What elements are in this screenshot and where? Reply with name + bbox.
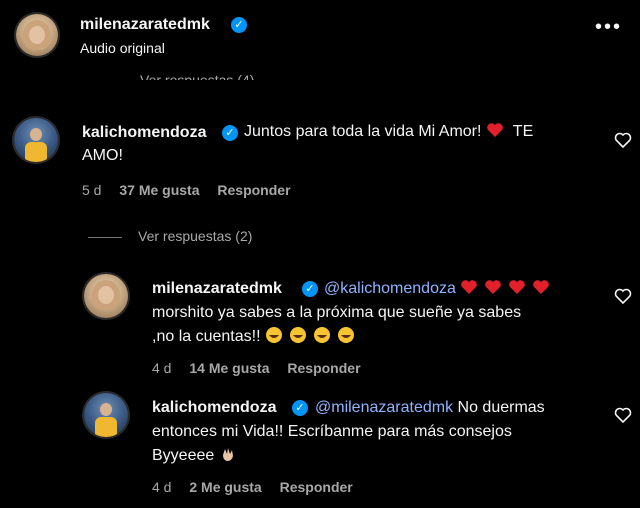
reply-text-line1: @milenazaratedmk No duermas bbox=[315, 396, 545, 420]
reply-time: 4 d bbox=[152, 479, 172, 495]
reply-button[interactable]: Responder bbox=[287, 360, 360, 376]
reply-text-line2: entonces mi Vida!! Escríbanme para más c… bbox=[152, 423, 512, 440]
reply-button[interactable]: Responder bbox=[280, 479, 353, 495]
red-heart-emoji bbox=[460, 280, 550, 297]
audio-subtitle[interactable]: Audio original bbox=[80, 40, 165, 56]
heart-outline-icon[interactable] bbox=[614, 406, 632, 424]
verified-badge-icon: ✓ bbox=[231, 17, 247, 33]
reply-text-line3-label: Byyeeee bbox=[152, 447, 215, 464]
header-username[interactable]: milenazaratedmk bbox=[80, 16, 210, 34]
reply-likes[interactable]: 14 Me gusta bbox=[189, 360, 269, 376]
post-header: milenazaratedmk ✓ Audio original ••• bbox=[0, 0, 640, 70]
verified-badge-icon: ✓ bbox=[302, 281, 318, 297]
mention-link[interactable]: @kalichomendoza bbox=[324, 280, 456, 297]
reply-text-line3: ,no la cuentas!! bbox=[152, 325, 363, 349]
comment-text-line2: AMO! bbox=[82, 147, 123, 164]
reply-text-line3-label: ,no la cuentas!! bbox=[152, 328, 261, 345]
comment-avatar[interactable] bbox=[14, 118, 58, 162]
comment-username[interactable]: kalichomendoza bbox=[82, 124, 206, 142]
reply-text-line3: Byyeeee bbox=[152, 444, 237, 468]
reply-meta: 4 d 14 Me gusta Responder bbox=[152, 360, 375, 376]
comment-time: 5 d bbox=[82, 182, 102, 198]
reply-likes[interactable]: 2 Me gusta bbox=[189, 479, 261, 495]
comment-text: Juntos para toda la vida Mi Amor! TE bbox=[244, 120, 533, 146]
comment-text-main: Juntos para toda la vida Mi Amor! bbox=[244, 123, 482, 140]
divider-line bbox=[88, 236, 122, 238]
comment-meta: 5 d 37 Me gusta Responder bbox=[82, 182, 305, 198]
view-replies-label: Ver respuestas (2) bbox=[138, 228, 253, 244]
reply-time: 4 d bbox=[152, 360, 172, 376]
view-replies-button[interactable]: Ver respuestas (2) bbox=[88, 228, 252, 244]
reply-username[interactable]: kalichomendoza bbox=[152, 399, 276, 417]
comment-likes[interactable]: 37 Me gusta bbox=[119, 182, 199, 198]
reply-text-line1: @kalichomendoza bbox=[324, 277, 550, 301]
reply-text-line2: morshito ya sabes a la próxima que sueñe… bbox=[152, 304, 522, 321]
more-options-icon[interactable]: ••• bbox=[595, 17, 622, 37]
faded-view-replies[interactable]: Ver respuestas (4) bbox=[140, 66, 254, 80]
laughing-emoji bbox=[265, 327, 363, 345]
verified-badge-icon: ✓ bbox=[222, 125, 238, 141]
heart-outline-icon[interactable] bbox=[614, 287, 632, 305]
red-heart-emoji bbox=[486, 122, 504, 146]
waving-hand-emoji bbox=[219, 447, 237, 464]
reply-avatar[interactable] bbox=[84, 274, 128, 318]
header-avatar[interactable] bbox=[16, 14, 58, 56]
reply-username[interactable]: milenazaratedmk bbox=[152, 280, 282, 298]
reply-avatar[interactable] bbox=[84, 393, 128, 437]
reply-text-part: No duermas bbox=[457, 399, 545, 416]
heart-outline-icon[interactable] bbox=[614, 131, 632, 149]
verified-badge-icon: ✓ bbox=[292, 400, 308, 416]
reply-button[interactable]: Responder bbox=[217, 182, 290, 198]
comment-text-tail: TE bbox=[512, 123, 534, 140]
mention-link[interactable]: @milenazaratedmk bbox=[315, 399, 453, 416]
reply-meta: 4 d 2 Me gusta Responder bbox=[152, 479, 367, 495]
